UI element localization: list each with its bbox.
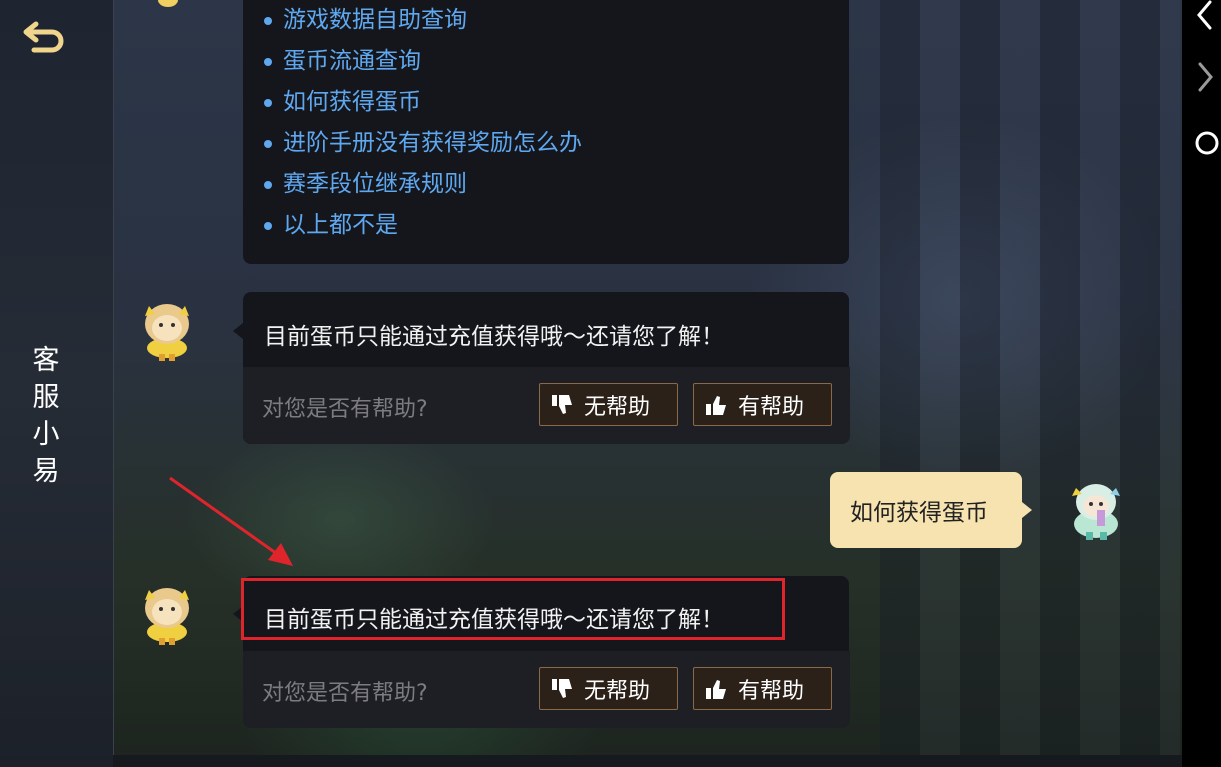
feedback-question: 对您是否有帮助? (262, 681, 428, 706)
not-helpful-button[interactable]: 无帮助 (539, 383, 678, 426)
menu-item-how-to-get-coins[interactable]: 如何获得蛋币 (243, 82, 582, 123)
menu-item-coin-circulation[interactable]: 蛋币流通查询 (243, 41, 582, 82)
helpful-button[interactable]: 有帮助 (693, 667, 832, 710)
bot-message-text: 目前蛋币只能通过充值获得哦～还请您了解！ (264, 324, 724, 350)
feedback-question: 对您是否有帮助? (262, 397, 428, 422)
helpful-label: 有帮助 (738, 394, 805, 420)
annotation-arrow-icon (169, 476, 293, 566)
thumbs-up-icon (706, 395, 726, 415)
quick-menu-list: 游戏数据自助查询 蛋币流通查询 如何获得蛋币 进阶手册没有获得奖励怎么办 赛季段… (243, 0, 582, 246)
thumbs-down-icon (552, 394, 572, 414)
thumbs-down-icon (552, 678, 572, 698)
not-helpful-label: 无帮助 (584, 678, 651, 704)
menu-item-game-data[interactable]: 游戏数据自助查询 (243, 0, 582, 41)
highlight-annotation (241, 578, 785, 640)
helpful-button[interactable]: 有帮助 (693, 383, 832, 426)
system-side-bar (1182, 0, 1221, 767)
menu-item-none-of-above[interactable]: 以上都不是 (243, 205, 582, 246)
sidebar: 客服小易 (0, 0, 114, 767)
user-message-text: 如何获得蛋币 (850, 500, 988, 526)
menu-item-season-rank[interactable]: 赛季段位继承规则 (243, 164, 582, 205)
thumbs-up-icon (706, 679, 726, 699)
bot-avatar (133, 294, 201, 366)
bot-avatar (150, 0, 186, 12)
helpful-label: 有帮助 (738, 678, 805, 704)
agent-name: 客服小易 (32, 345, 60, 487)
bubble-tail (1022, 502, 1032, 518)
bot-avatar (133, 578, 201, 650)
bubble-tail (233, 323, 243, 339)
menu-item-handbook-reward[interactable]: 进阶手册没有获得奖励怎么办 (243, 123, 582, 164)
not-helpful-button[interactable]: 无帮助 (539, 667, 678, 710)
back-button[interactable] (22, 18, 68, 58)
quick-menu-bubble: 游戏数据自助查询 蛋币流通查询 如何获得蛋币 进阶手册没有获得奖励怎么办 赛季段… (243, 0, 849, 264)
feedback-row: 对您是否有帮助? 无帮助 有帮助 (243, 367, 850, 444)
user-message-bubble: 如何获得蛋币 (830, 472, 1022, 548)
circle-icon[interactable] (1194, 130, 1220, 156)
bottom-bar (113, 755, 1182, 767)
chevron-right-icon[interactable] (1196, 62, 1216, 96)
chevron-left-icon[interactable] (1194, 0, 1214, 34)
not-helpful-label: 无帮助 (584, 394, 651, 420)
feedback-row: 对您是否有帮助? 无帮助 有帮助 (243, 651, 850, 728)
bot-message-bubble: 目前蛋币只能通过充值获得哦～还请您了解！ 对您是否有帮助? 无帮助 有帮助 (243, 292, 850, 444)
back-arrow-icon (23, 21, 64, 53)
user-avatar (1062, 474, 1130, 546)
